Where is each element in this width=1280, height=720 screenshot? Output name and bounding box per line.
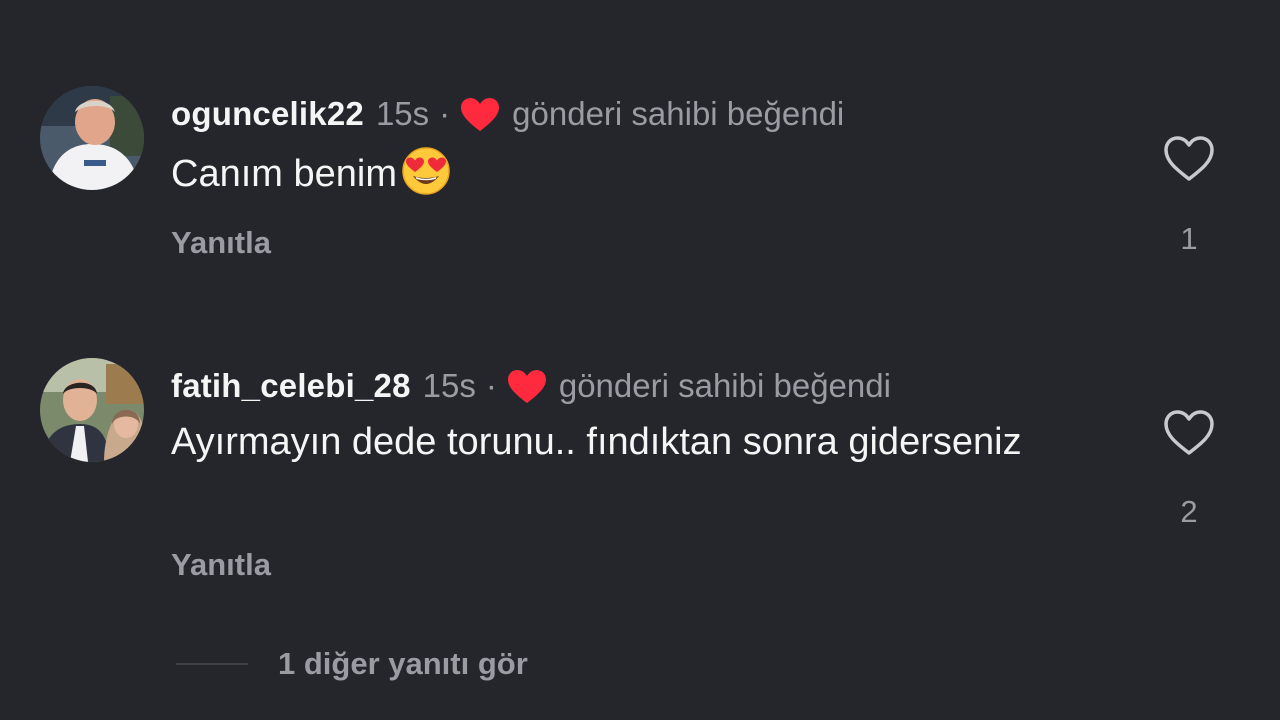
timestamp: 15s xyxy=(422,367,476,404)
heart-outline-icon[interactable] xyxy=(1162,134,1216,184)
avatar-photo xyxy=(40,358,144,462)
comment-text: Canım benim xyxy=(171,146,1071,198)
like-count: 2 xyxy=(1180,494,1198,529)
view-more-replies-label: 1 diğer yanıtı gör xyxy=(278,646,528,681)
avatar[interactable] xyxy=(40,358,144,462)
comments-screen: oguncelik22 15s · gönderi sahibi beğendi… xyxy=(0,0,1280,720)
replies-divider-line xyxy=(176,663,248,665)
comment-body: Canım benim xyxy=(171,153,397,195)
username[interactable]: oguncelik22 xyxy=(171,94,364,134)
comment-text: Ayırmayın dede torunu.. fındıktan sonra … xyxy=(171,418,1071,466)
avatar-photo xyxy=(40,86,144,190)
comment-meta: oguncelik22 15s · gönderi sahibi beğendi xyxy=(171,94,844,134)
view-more-replies-button[interactable]: 1 diğer yanıtı gör xyxy=(176,644,528,684)
heart-eyes-emoji-icon xyxy=(401,146,451,196)
reply-button[interactable]: Yanıtla xyxy=(171,224,271,262)
avatar[interactable] xyxy=(40,86,144,190)
timestamp: 15s xyxy=(375,95,430,132)
separator: · xyxy=(485,367,497,404)
comment-body: Ayırmayın dede torunu.. fındıktan sonra … xyxy=(171,421,1022,463)
comment-meta: fatih_celebi_28 15s · gönderi sahibi beğ… xyxy=(171,366,891,406)
heart-outline-icon[interactable] xyxy=(1162,408,1216,458)
username[interactable]: fatih_celebi_28 xyxy=(171,366,411,406)
reply-button[interactable]: Yanıtla xyxy=(171,546,271,584)
liked-by-author-text: gönderi sahibi beğendi xyxy=(558,367,891,404)
red-heart-icon xyxy=(460,97,500,133)
red-heart-icon xyxy=(507,369,547,405)
separator: · xyxy=(439,95,451,132)
liked-by-author-text: gönderi sahibi beğendi xyxy=(512,95,845,132)
like-count: 1 xyxy=(1180,221,1198,256)
